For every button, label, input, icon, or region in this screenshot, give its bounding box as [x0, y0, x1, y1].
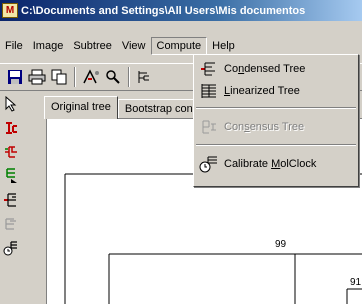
- menu-item-condensed-tree[interactable]: Condensed Tree: [196, 58, 356, 80]
- toolbar-separator: [128, 67, 130, 87]
- print-button[interactable]: [26, 66, 48, 88]
- copy-button[interactable]: [48, 66, 70, 88]
- bootstrap-label: 91: [350, 277, 362, 288]
- menu-view[interactable]: View: [117, 37, 151, 55]
- menu-separator: [196, 144, 356, 146]
- compress-tool-button[interactable]: [1, 164, 21, 188]
- disabled-tool-button[interactable]: [1, 212, 21, 236]
- menu-image[interactable]: Image: [28, 37, 69, 55]
- linearized-tree-icon: [198, 82, 220, 100]
- menu-bar: File Image Subtree View Compute Help: [0, 36, 362, 56]
- tree-style-icon: [138, 71, 149, 83]
- window-title: C:\Documents and Settings\All Users\Mis …: [21, 4, 306, 17]
- flip-tree-icon: [83, 69, 99, 84]
- menu-item-linearized-tree[interactable]: Linearized Tree: [196, 80, 356, 102]
- search-button[interactable]: [102, 66, 124, 88]
- root-tree-icon: [6, 122, 17, 134]
- menu-help[interactable]: Help: [207, 37, 240, 55]
- pointer-arrow-icon: [5, 96, 17, 112]
- calibrate-molclock-icon: [198, 155, 220, 173]
- swap-tool-button[interactable]: [1, 140, 21, 164]
- clock-tool-button[interactable]: [1, 236, 21, 260]
- magnifier-icon: [106, 70, 120, 84]
- consensus-tree-icon: [198, 118, 220, 136]
- bootstrap-label: 99: [275, 239, 287, 250]
- printer-icon: [28, 69, 46, 85]
- save-icon: [8, 70, 22, 84]
- menu-item-consensus-tree[interactable]: Consensus Tree: [196, 116, 356, 138]
- condensed-tree-icon: [198, 60, 220, 78]
- toolbar-separator: [74, 67, 76, 87]
- menu-subtree[interactable]: Subtree: [68, 37, 117, 55]
- tab-original-tree[interactable]: Original tree: [44, 96, 118, 119]
- menu-separator: [196, 107, 356, 109]
- save-button[interactable]: [4, 66, 26, 88]
- menu-file[interactable]: File: [0, 37, 28, 55]
- subtree-gray-icon: [5, 218, 16, 230]
- titlebar-gap: [0, 21, 362, 36]
- flip-tree-button[interactable]: [80, 66, 102, 88]
- copy-icon: [51, 69, 67, 85]
- menu-item-label: Condensed Tree: [224, 63, 306, 75]
- compute-menu: Condensed Tree Linearized Tree Consensus…: [193, 54, 359, 187]
- add-node-tool-button[interactable]: [1, 188, 21, 212]
- menu-compute[interactable]: Compute: [150, 37, 208, 55]
- add-node-icon: [4, 193, 16, 207]
- menu-item-label: Calibrate MolClock: [224, 158, 317, 170]
- swap-branch-icon: [5, 146, 17, 158]
- menu-item-label: Consensus Tree: [224, 121, 305, 133]
- root-tool-button[interactable]: [1, 116, 21, 140]
- menu-item-label: Linearized Tree: [224, 85, 300, 97]
- compress-subtree-icon: [6, 168, 17, 183]
- app-icon[interactable]: M: [2, 3, 18, 18]
- molclock-icon: [3, 241, 17, 256]
- tree-style-button[interactable]: [134, 66, 156, 88]
- menu-item-calibrate-molclock[interactable]: Calibrate MolClock: [196, 153, 356, 175]
- title-bar[interactable]: M C:\Documents and Settings\All Users\Mi…: [0, 0, 362, 21]
- side-toolbar: [0, 92, 22, 304]
- pointer-tool-button[interactable]: [1, 92, 21, 116]
